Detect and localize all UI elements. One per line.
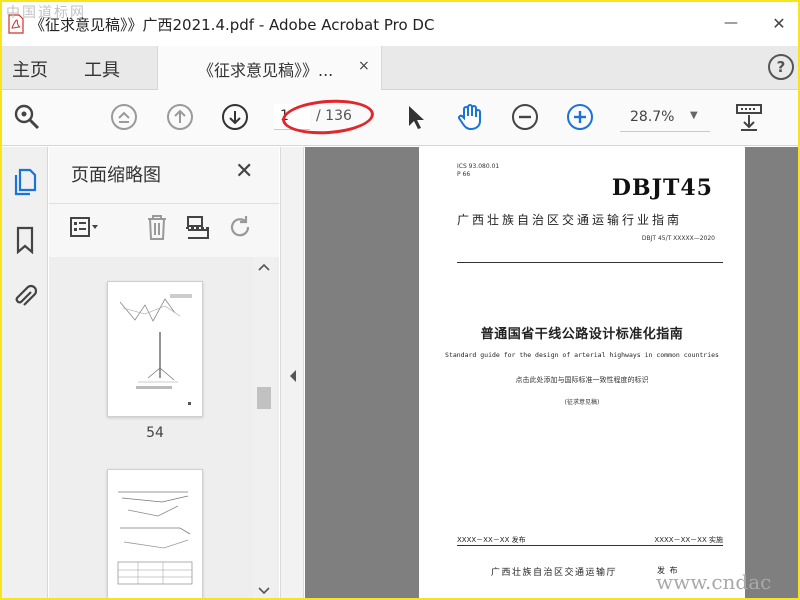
scroll-down-icon[interactable]	[258, 587, 270, 595]
document-tab-label: 《征求意见稿》》...	[198, 61, 334, 80]
zoom-out-icon[interactable]	[510, 102, 540, 132]
select-cursor-icon[interactable]	[400, 102, 430, 132]
implement-date: XXXX－XX－XX 实施	[654, 536, 723, 544]
page-thumbnail[interactable]	[107, 281, 203, 417]
help-icon[interactable]: ?	[768, 54, 794, 80]
panel-toolbar	[49, 203, 279, 253]
first-page-icon[interactable]	[109, 102, 139, 132]
draft-label: (征求意见稿)	[564, 399, 600, 406]
extract-pages-icon[interactable]	[183, 212, 213, 242]
ics-code: ICS 93.080.01	[457, 163, 500, 170]
title-bar: 中国道标网 《征求意见稿》》广西2021.4.pdf - Adobe Acrob…	[2, 2, 798, 46]
close-window-button[interactable]: ✕	[766, 10, 792, 36]
page-thumbnail[interactable]	[107, 469, 203, 598]
page-thumbnails-icon[interactable]	[10, 167, 40, 197]
standard-number: DBJT 45/T XXXXX—2020	[641, 235, 715, 242]
divider-bottom	[457, 545, 723, 546]
standard-code-large: DBJT45	[611, 175, 713, 201]
p-code: P 66	[457, 171, 471, 178]
tab-row: 主页 工具 《征求意见稿》》... × ?	[2, 46, 798, 90]
scroll-mode-icon[interactable]	[734, 102, 764, 132]
window-title: 《征求意见稿》》广西2021.4.pdf - Adobe Acrobat Pro…	[30, 16, 435, 34]
delete-icon[interactable]	[142, 212, 172, 242]
divider-top	[457, 262, 723, 263]
search-zoom-icon[interactable]	[12, 102, 42, 132]
left-rail	[2, 147, 48, 598]
watermark-bottom: www.cndac	[656, 570, 772, 594]
collapse-arrow-icon[interactable]	[288, 369, 298, 383]
rotate-icon[interactable]	[225, 212, 255, 242]
close-tab-icon[interactable]: ×	[358, 58, 370, 74]
zoom-in-icon[interactable]	[565, 102, 595, 132]
conformity-note: 点击此处添加与国际标准一致性程度的标识	[515, 376, 649, 384]
guide-heading: 广西壮族自治区交通运输行业指南	[457, 213, 683, 227]
document-page: ICS 93.080.01 P 66 DBJT45 广西壮族自治区交通运输行业指…	[419, 147, 745, 598]
minimize-button[interactable]: —	[718, 10, 744, 36]
close-panel-icon[interactable]: ✕	[235, 159, 253, 184]
attachments-icon[interactable]	[10, 281, 40, 311]
thumbnail-panel: 页面缩略图 ✕ 54	[49, 147, 279, 598]
options-menu-icon[interactable]	[69, 212, 99, 242]
panel-title: 页面缩略图	[71, 165, 161, 186]
nav-home[interactable]: 主页	[12, 56, 48, 82]
panel-collapse-bar[interactable]	[280, 147, 304, 598]
toolbar: 1 / 136 28.7% ▼	[2, 90, 798, 146]
app-window: 中国道标网 《征求意见稿》》广西2021.4.pdf - Adobe Acrob…	[0, 0, 800, 600]
publish-date: XXXX－XX－XX 发布	[457, 536, 526, 544]
document-viewer[interactable]: ICS 93.080.01 P 66 DBJT45 广西壮族自治区交通运输行业指…	[305, 147, 798, 598]
issuer: 广西壮族自治区交通运输厅	[491, 568, 618, 578]
document-tab[interactable]: 《征求意见稿》》... ×	[157, 46, 382, 90]
nav-tools[interactable]: 工具	[84, 56, 120, 82]
previous-page-icon[interactable]	[165, 102, 195, 132]
thumbnail-label: 54	[146, 425, 164, 441]
hand-tool-icon[interactable]	[455, 102, 485, 132]
bookmarks-icon[interactable]	[10, 225, 40, 255]
document-main-title: 普通国省干线公路设计标准化指南	[480, 327, 684, 342]
zoom-caret-icon[interactable]: ▼	[690, 110, 698, 121]
next-page-icon[interactable]	[220, 102, 250, 132]
thumbnail-scrollbar[interactable]	[253, 257, 275, 598]
scroll-thumb[interactable]	[257, 387, 271, 409]
scroll-up-icon[interactable]	[258, 263, 270, 271]
english-title: Standard guide for the design of arteria…	[445, 351, 719, 359]
thumbnail-list: 54	[49, 257, 279, 598]
